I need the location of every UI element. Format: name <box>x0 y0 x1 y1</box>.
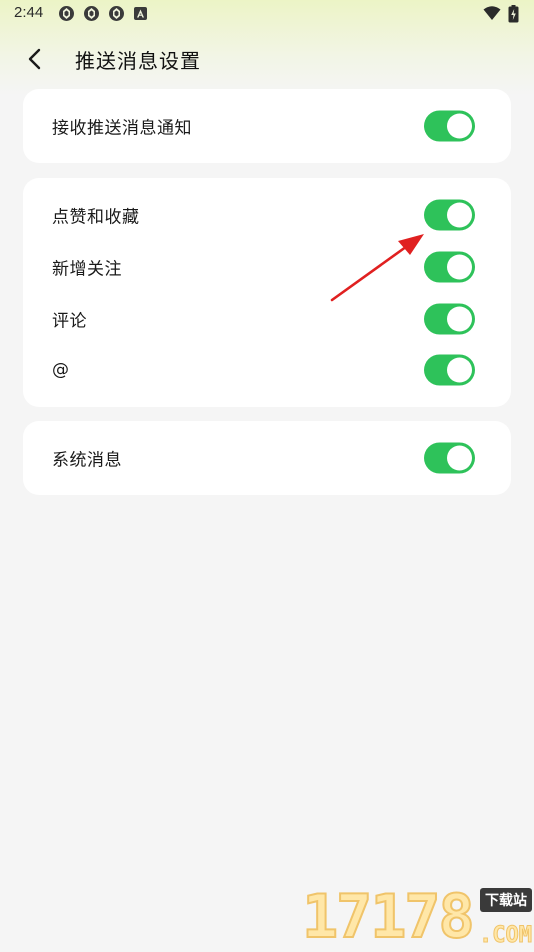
toggle-knob <box>447 113 472 139</box>
setting-label: 评论 <box>52 311 87 332</box>
status-bar: 2:44 <box>0 0 534 28</box>
battery-icon <box>508 5 519 23</box>
mentions-toggle[interactable] <box>424 354 475 386</box>
setting-label: 系统消息 <box>52 450 122 471</box>
toggle-knob <box>447 202 472 228</box>
watermark-logo: 17178 下载站 .COM <box>301 882 534 952</box>
setting-row-likes-favorites[interactable]: 点赞和收藏 <box>23 190 511 240</box>
toggle-knob <box>447 306 472 332</box>
setting-label: 新增关注 <box>52 259 122 280</box>
watermark-numbers: 17178 <box>301 882 476 952</box>
aperture-icon <box>84 6 99 21</box>
setting-row-comments[interactable]: 评论 <box>23 294 511 344</box>
comments-toggle[interactable] <box>424 303 475 335</box>
system-messages-toggle[interactable] <box>424 442 475 474</box>
setting-row-system-messages[interactable]: 系统消息 <box>23 433 511 483</box>
app-bar: 推送消息设置 <box>0 36 534 80</box>
watermark-badge: 下载站 <box>480 888 532 912</box>
wifi-icon <box>483 6 501 20</box>
chevron-left-icon <box>28 48 41 70</box>
likes-favorites-toggle[interactable] <box>424 199 475 231</box>
aperture-icon <box>59 6 74 21</box>
settings-card-push: 接收推送消息通知 <box>23 89 511 163</box>
toggle-knob <box>447 357 472 383</box>
setting-row-mentions[interactable]: @ <box>23 345 511 395</box>
status-time: 2:44 <box>14 4 44 21</box>
page-title: 推送消息设置 <box>75 49 201 73</box>
annotation-arrow <box>330 234 424 302</box>
setting-label: 接收推送消息通知 <box>52 118 192 139</box>
settings-card-interactions: 点赞和收藏 新增关注 评论 @ <box>23 178 511 407</box>
setting-label: @ <box>52 360 70 380</box>
setting-row-receive-push[interactable]: 接收推送消息通知 <box>23 101 511 151</box>
toggle-knob <box>447 445 472 471</box>
setting-row-new-followers[interactable]: 新增关注 <box>23 242 511 292</box>
setting-label: 点赞和收藏 <box>52 207 140 228</box>
new-followers-toggle[interactable] <box>424 251 475 283</box>
aperture-icon <box>109 6 124 21</box>
receive-push-toggle[interactable] <box>424 110 475 142</box>
a-badge-icon <box>134 7 147 20</box>
watermark-domain: .COM <box>479 923 533 949</box>
toggle-knob <box>447 254 472 280</box>
back-button[interactable] <box>18 42 52 76</box>
settings-card-system: 系统消息 <box>23 421 511 495</box>
